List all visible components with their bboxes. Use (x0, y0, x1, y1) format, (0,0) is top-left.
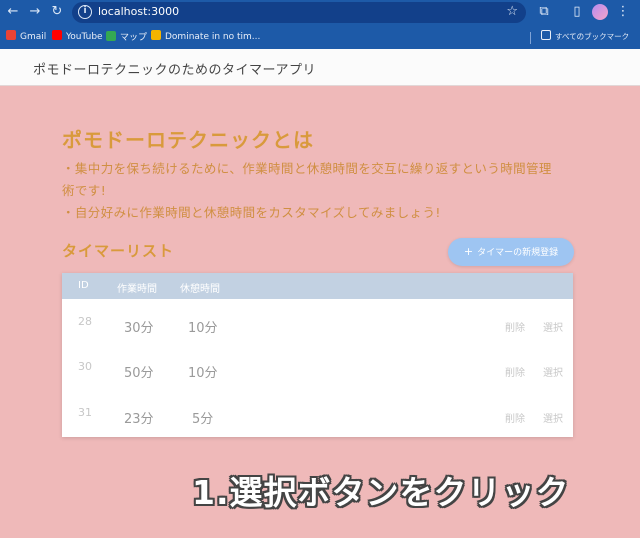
timer-id: 28 (78, 315, 92, 328)
bookmarks-divider (530, 32, 531, 44)
bookmark-star-icon[interactable]: ☆ (506, 4, 518, 19)
extensions-icon[interactable]: ⧉ (535, 3, 553, 21)
delete-button[interactable]: 削除 (505, 319, 525, 334)
reload-icon[interactable]: ↻ (48, 3, 66, 21)
timer-id: 30 (78, 360, 92, 373)
intro-line-1: ・集中力を保ち続けるために、作業時間と休憩時間を交互に繰り返すという時間管理 (62, 161, 552, 176)
side-panel-icon[interactable]: ▯ (568, 3, 586, 21)
folder-icon (541, 30, 551, 40)
new-timer-button[interactable]: + タイマーの新規登録 (448, 238, 574, 266)
intro-line-2: ・自分好みに作業時間と休憩時間をカスタマイズしてみましょう! (62, 205, 441, 220)
delete-button[interactable]: 削除 (505, 410, 525, 425)
table-row: 31 23分 5分 削除 選択 (62, 391, 573, 437)
bookmarks-bar: Gmail YouTube マップ Dominate in no tim... … (0, 26, 640, 48)
select-button[interactable]: 選択 (543, 319, 563, 334)
url-text[interactable]: localhost:3000 (98, 5, 179, 18)
instruction-caption: 1.選択ボタンをクリック (192, 473, 570, 512)
work-time: 30分 (124, 321, 154, 336)
intro-line-1-cont: 術です! (62, 183, 107, 198)
timer-list-heading: タイマーリスト (62, 242, 175, 260)
browser-chrome: ← → ↻ i localhost:3000 ☆ ⧉ ▯ ⋮ Gmail You… (0, 0, 640, 49)
rest-time: 5分 (192, 412, 214, 427)
column-work-time: 作業時間 (117, 284, 157, 295)
work-time: 23分 (124, 412, 154, 427)
rest-time: 10分 (188, 366, 218, 381)
work-time: 50分 (124, 366, 154, 381)
select-button[interactable]: 選択 (543, 410, 563, 425)
maps-icon (106, 31, 116, 41)
back-icon[interactable]: ← (4, 3, 22, 21)
menu-icon[interactable]: ⋮ (614, 3, 632, 21)
all-bookmarks[interactable]: すべてのブックマーク (541, 30, 629, 42)
bookmark-youtube[interactable]: YouTube (52, 30, 103, 42)
column-rest-time: 休憩時間 (180, 284, 220, 295)
app-header: ポモドーロテクニックのためのタイマーアプリ (0, 49, 640, 86)
gmail-icon (6, 30, 16, 40)
intro-heading: ポモドーロテクニックとは (62, 128, 314, 152)
plus-icon: + (463, 245, 474, 258)
bookmark-dominate[interactable]: Dominate in no tim... (151, 30, 260, 42)
address-bar[interactable]: i localhost:3000 ☆ (72, 2, 526, 23)
forward-icon[interactable]: → (26, 3, 44, 21)
column-id: ID (78, 280, 89, 291)
timer-table: ID 作業時間 休憩時間 28 30分 10分 削除 選択 30 50分 10分… (62, 273, 573, 437)
site-info-icon[interactable]: i (78, 5, 92, 19)
table-row: 30 50分 10分 削除 選択 (62, 345, 573, 391)
table-header: ID 作業時間 休憩時間 (62, 273, 573, 299)
rest-time: 10分 (188, 321, 218, 336)
youtube-icon (52, 30, 62, 40)
bookmark-gmail[interactable]: Gmail (6, 30, 46, 42)
table-row: 28 30分 10分 削除 選択 (62, 300, 573, 346)
app-title[interactable]: ポモドーロテクニックのためのタイマーアプリ (33, 59, 316, 78)
profile-avatar[interactable] (592, 4, 608, 20)
timer-id: 31 (78, 406, 92, 419)
dominate-icon (151, 30, 161, 40)
select-button[interactable]: 選択 (543, 364, 563, 379)
delete-button[interactable]: 削除 (505, 364, 525, 379)
bookmark-maps[interactable]: マップ (106, 30, 147, 43)
